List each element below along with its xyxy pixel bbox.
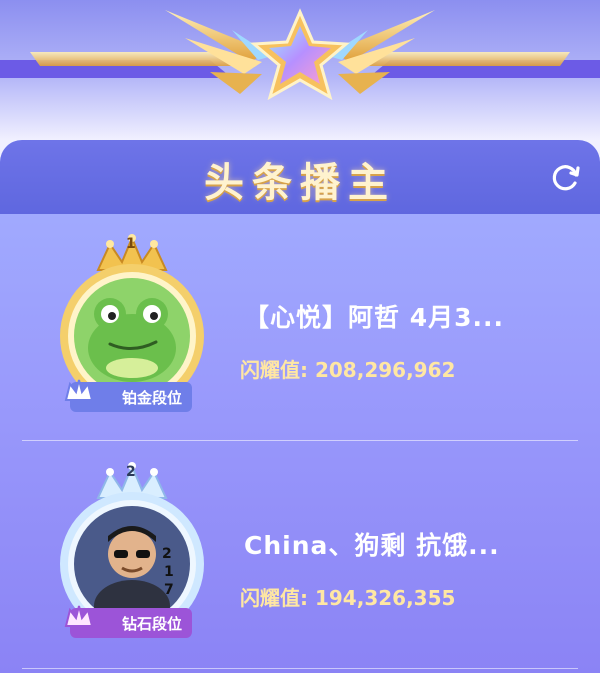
divider: [22, 440, 578, 441]
leaderboard-panel: 头条播主 铂金段位 1 【心悦】阿哲 4月3... 闪耀值: 208,296,9…: [0, 140, 600, 673]
rank-number: 1: [126, 236, 136, 252]
badge-crown-icon: [64, 379, 94, 401]
score-value: 194,326,355: [314, 586, 456, 610]
badge-crown-icon: [64, 605, 94, 627]
panel-header: 头条播主: [0, 140, 600, 214]
badge-label: 钻石段位: [121, 614, 182, 633]
row-score: 闪耀值: 208,296,962: [240, 354, 455, 383]
star-wings-emblem-icon: [0, 8, 600, 101]
row-name: 【心悦】阿哲 4月3...: [244, 303, 504, 332]
score-value: 208,296,962: [314, 358, 456, 382]
row-name: China、狗剩 抗饿...: [244, 531, 500, 560]
svg-text:1: 1: [164, 564, 174, 580]
rank-badge: 钻石段位: [64, 605, 192, 638]
badge-label: 铂金段位: [121, 388, 182, 407]
svg-text:7: 7: [164, 582, 174, 598]
avatar[interactable]: 铂金段位 1: [52, 230, 212, 420]
avatar[interactable]: 2 1 7 钻石段位 2: [52, 458, 212, 648]
refresh-icon[interactable]: [548, 160, 584, 196]
row-score: 闪耀值: 194,326,355: [240, 582, 455, 611]
svg-text:2: 2: [162, 546, 172, 562]
rank-badge: 铂金段位: [64, 379, 192, 412]
rank-number: 2: [126, 464, 136, 480]
panel-title: 头条播主: [204, 160, 396, 206]
divider: [22, 668, 578, 669]
score-label: 闪耀值:: [240, 586, 308, 610]
score-label: 闪耀值:: [240, 358, 308, 382]
